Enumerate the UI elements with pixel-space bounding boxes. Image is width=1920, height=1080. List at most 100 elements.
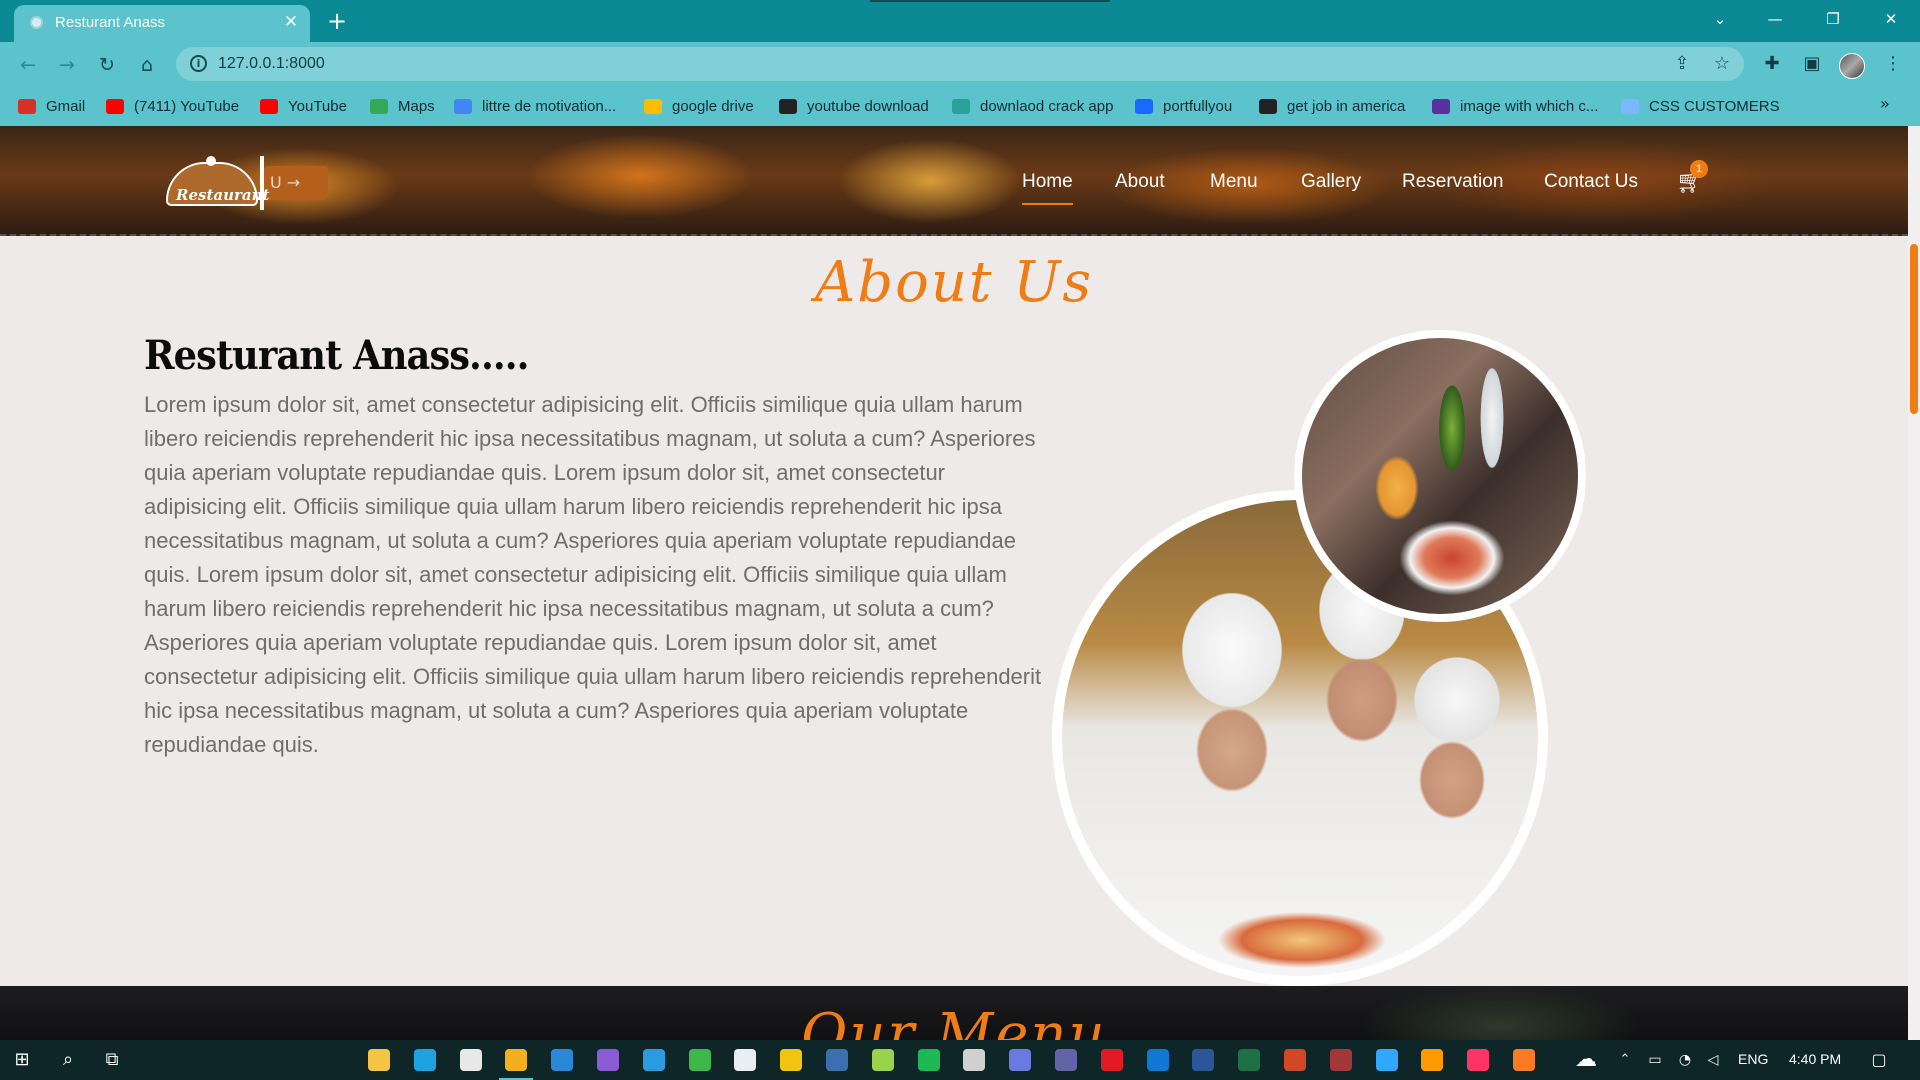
bookmarks-bar: Gmail (7411) YouTube YouTube Maps littre de … (0, 86, 1920, 126)
nav-about[interactable]: About (1115, 171, 1165, 193)
windows-start-icon[interactable]: ⊞ (10, 1048, 34, 1072)
language-indicator[interactable]: ENG (1738, 1051, 1768, 1067)
layers-icon[interactable] (780, 1049, 802, 1071)
access-icon[interactable] (1330, 1049, 1352, 1071)
forward-arrow-icon[interactable]: → (53, 51, 81, 79)
browser-tab[interactable]: Resturant Anass ✕ (14, 5, 310, 42)
illustrator-icon[interactable] (1421, 1049, 1443, 1071)
home-icon[interactable]: ⌂ (133, 51, 161, 79)
outlook-icon[interactable] (1147, 1049, 1169, 1071)
excel-icon[interactable] (1238, 1049, 1260, 1071)
restaurant-logo[interactable]: U → Restaurant (158, 152, 330, 210)
cart-count-badge: 1 (1690, 160, 1708, 178)
bookmark-item[interactable]: image with which c... (1432, 96, 1598, 116)
globe-icon (779, 98, 797, 114)
webpage: U → Restaurant Home About Menu Gallery R… (0, 126, 1908, 1040)
bookmark-label: get job in america (1287, 97, 1406, 115)
clock-time[interactable]: 4:40 PM (1789, 1051, 1841, 1067)
chrome-icon[interactable] (499, 1049, 533, 1080)
teams-icon[interactable] (1055, 1049, 1077, 1071)
tab-close-icon[interactable]: ✕ (280, 11, 302, 33)
maps-icon (370, 98, 388, 114)
wordpress-icon[interactable] (734, 1049, 756, 1071)
menu-section-title: Our Menu (801, 1002, 1107, 1040)
minimize-button[interactable]: — (1752, 4, 1798, 34)
menu-kebab-icon[interactable]: ⋮ (1882, 53, 1904, 75)
edge-icon[interactable] (414, 1049, 436, 1071)
nav-menu[interactable]: Menu (1210, 171, 1258, 193)
bookmark-item[interactable]: YouTube (260, 96, 347, 116)
browser-titlebar: Resturant Anass ✕ + ⌄ — ❐ ✕ (0, 0, 1920, 42)
bookmark-item[interactable]: get job in america (1259, 96, 1405, 116)
volume-icon[interactable]: ◁ (1701, 1048, 1725, 1072)
app-icon (952, 98, 970, 114)
store-icon[interactable] (460, 1049, 482, 1071)
reload-icon[interactable]: ↻ (93, 51, 121, 79)
new-tab-button[interactable]: + (324, 8, 350, 34)
url-text[interactable]: 127.0.0.1:8000 (218, 55, 325, 73)
nav-gallery[interactable]: Gallery (1301, 171, 1361, 193)
cloche-knob (206, 156, 216, 166)
weather-cloud-icon[interactable]: ☁ (1574, 1048, 1598, 1072)
notepad-icon[interactable] (872, 1049, 894, 1071)
spotify-icon[interactable] (918, 1049, 940, 1071)
bookmark-label: Maps (398, 97, 435, 115)
food-table-photo (1294, 330, 1586, 622)
bookmark-item[interactable]: Gmail (18, 96, 85, 116)
profile-avatar[interactable] (1839, 53, 1865, 79)
file-explorer-icon[interactable] (368, 1049, 390, 1071)
bookmark-item[interactable]: youtube download (779, 96, 929, 116)
scrollbar-thumb[interactable] (1910, 244, 1918, 414)
image-app-icon[interactable] (826, 1049, 848, 1071)
share-icon[interactable]: ⇪ (1672, 54, 1692, 74)
extensions-puzzle-icon[interactable]: ✚ (1761, 53, 1783, 75)
xbox-icon[interactable] (689, 1049, 711, 1071)
side-panel-icon[interactable]: ▣ (1801, 53, 1823, 75)
bookmark-item[interactable]: CSS CUSTOMERS (1621, 96, 1780, 116)
mail-icon[interactable] (551, 1049, 573, 1071)
word-icon[interactable] (1192, 1049, 1214, 1071)
back-arrow-icon[interactable]: ← (14, 51, 42, 79)
more-bookmarks-icon[interactable]: » (1880, 94, 1890, 113)
vscode-icon[interactable] (643, 1049, 665, 1071)
browser-toolbar: ← → ↻ ⌂ i 127.0.0.1:8000 ⇪ ☆ ✚ ▣ ⋮ (0, 42, 1920, 86)
bookmark-item[interactable]: downlaod crack app (952, 96, 1113, 116)
battery-icon[interactable]: ▭ (1643, 1048, 1667, 1072)
site-header: U → Restaurant Home About Menu Gallery R… (0, 126, 1908, 236)
bookmark-label: portfullyou (1163, 97, 1233, 115)
bookmark-item[interactable]: google drive (644, 96, 754, 116)
bookmark-item[interactable]: littre de motivation... (454, 96, 616, 116)
nav-home[interactable]: Home (1022, 171, 1073, 205)
search-icon[interactable]: ⌕ (56, 1048, 80, 1072)
youtube-icon (106, 98, 124, 114)
task-view-icon[interactable]: ⧉ (100, 1048, 124, 1072)
discord-icon[interactable] (1009, 1049, 1031, 1071)
about-heading: Resturant Anass..... (144, 332, 529, 379)
tab-search-button[interactable]: ⌄ (1697, 4, 1743, 34)
bookmark-item[interactable]: portfullyou (1135, 96, 1232, 116)
site-info-icon[interactable]: i (190, 55, 207, 72)
powerpoint-icon[interactable] (1284, 1049, 1306, 1071)
bookmark-label: google drive (672, 97, 754, 115)
nav-contact-us[interactable]: Contact Us (1544, 171, 1638, 193)
bookmark-item[interactable]: (7411) YouTube (106, 96, 239, 116)
xampp-icon[interactable] (1513, 1049, 1535, 1071)
drive-icon (644, 98, 662, 114)
epic-games-icon[interactable] (963, 1049, 985, 1071)
indesign-icon[interactable] (1467, 1049, 1489, 1071)
tray-expand-icon[interactable]: ⌃ (1613, 1048, 1637, 1072)
screen: Resturant Anass ✕ + ⌄ — ❐ ✕ ← → ↻ ⌂ i 12… (0, 0, 1920, 1080)
about-body-text: Lorem ipsum dolor sit, amet consectetur … (144, 392, 1042, 757)
visual-studio-icon[interactable] (597, 1049, 619, 1071)
wifi-icon[interactable]: ◔ (1673, 1048, 1697, 1072)
bookmark-star-icon[interactable]: ☆ (1712, 54, 1732, 74)
close-window-button[interactable]: ✕ (1868, 4, 1914, 34)
bookmark-item[interactable]: Maps (370, 96, 435, 116)
opera-icon[interactable] (1101, 1049, 1123, 1071)
nav-reservation[interactable]: Reservation (1402, 171, 1503, 193)
notification-icon[interactable]: ▢ (1867, 1048, 1891, 1072)
restore-button[interactable]: ❐ (1810, 4, 1856, 34)
address-bar[interactable]: i 127.0.0.1:8000 ⇪ ☆ (176, 47, 1744, 81)
photoshop-icon[interactable] (1376, 1049, 1398, 1071)
page-scrollbar[interactable] (1908, 126, 1920, 1040)
